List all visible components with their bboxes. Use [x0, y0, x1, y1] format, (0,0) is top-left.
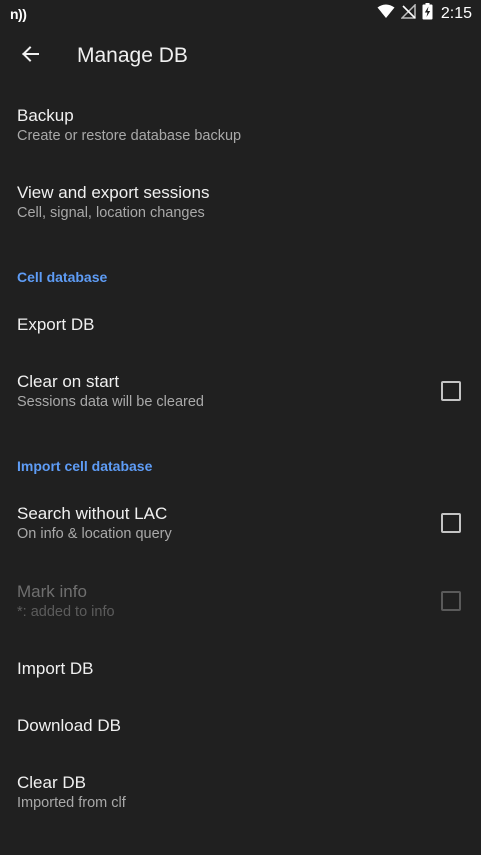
import-db-title: Import DB — [17, 659, 94, 678]
backup-item[interactable]: Backup Create or restore database backup — [0, 96, 481, 162]
sessions-title: View and export sessions — [17, 183, 210, 202]
back-button[interactable] — [10, 36, 50, 76]
search-without-lac-item[interactable]: Search without LAC On info & location qu… — [0, 494, 481, 560]
search-without-lac-checkbox[interactable] — [441, 513, 461, 533]
mark-info-checkbox — [441, 591, 461, 611]
page-title: Manage DB — [77, 44, 188, 67]
import-db-item[interactable]: Import DB — [0, 644, 481, 694]
sessions-subtitle: Cell, signal, location changes — [17, 205, 205, 221]
battery-charging-icon — [422, 2, 433, 25]
export-db-title: Export DB — [17, 315, 95, 334]
clear-db-item[interactable]: Clear DB Imported from clf — [0, 763, 481, 829]
backup-title: Backup — [17, 106, 74, 125]
export-db-item[interactable]: Export DB — [0, 300, 481, 350]
search-without-lac-title: Search without LAC — [17, 504, 168, 523]
section-import-cell-database: Import cell database — [17, 458, 153, 474]
mark-info-item: Mark info *: added to info — [0, 572, 481, 638]
status-bar: n)) 2:15 — [0, 0, 481, 27]
sessions-item[interactable]: View and export sessions Cell, signal, l… — [0, 173, 481, 239]
search-without-lac-subtitle: On info & location query — [17, 526, 172, 542]
no-signal-icon — [400, 2, 416, 24]
mark-info-subtitle: *: added to info — [17, 604, 115, 620]
download-db-item[interactable]: Download DB — [0, 701, 481, 751]
carrier-indicator: n)) — [10, 5, 27, 22]
clock: 2:15 — [440, 4, 472, 22]
mark-info-title: Mark info — [17, 582, 87, 601]
clear-on-start-title: Clear on start — [17, 372, 120, 391]
clear-on-start-item[interactable]: Clear on start Sessions data will be cle… — [0, 362, 481, 428]
clear-db-title: Clear DB — [17, 773, 86, 792]
section-cell-database: Cell database — [17, 269, 108, 285]
arrow-back-icon — [21, 45, 39, 68]
app-bar: Manage DB — [0, 27, 481, 85]
clear-on-start-checkbox[interactable] — [441, 381, 461, 401]
wifi-icon — [377, 4, 395, 24]
backup-subtitle: Create or restore database backup — [17, 128, 242, 144]
clear-on-start-subtitle: Sessions data will be cleared — [17, 394, 204, 410]
download-db-title: Download DB — [17, 716, 121, 735]
status-icons: 2:15 — [377, 2, 472, 25]
clear-db-subtitle: Imported from clf — [17, 795, 126, 811]
